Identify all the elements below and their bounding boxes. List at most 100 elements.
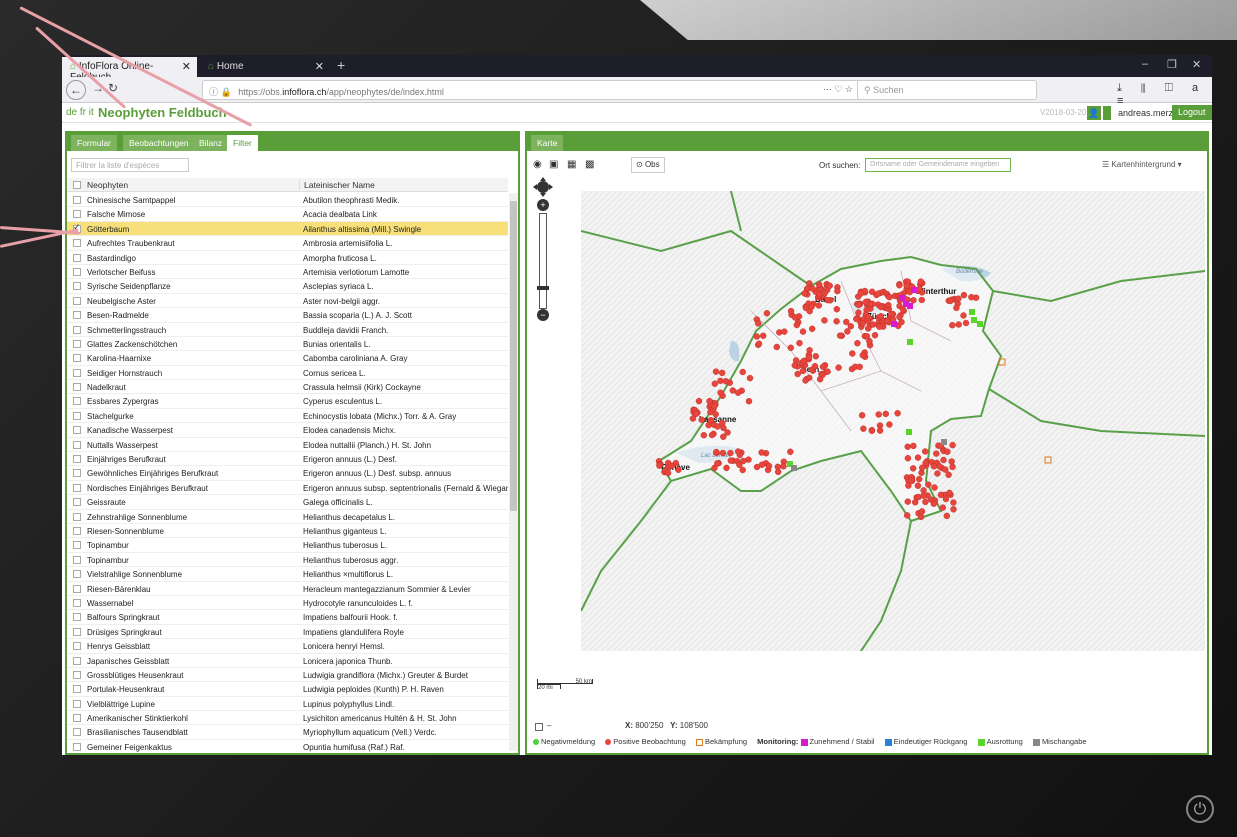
page-actions-icon[interactable]: ··· ♡ ☆ xyxy=(823,84,853,95)
species-checkbox[interactable] xyxy=(73,339,81,348)
species-row[interactable]: Japanisches Geissblatt Lonicera japonica … xyxy=(67,654,508,668)
species-filter-input[interactable]: Filtrer la liste d'espèces xyxy=(71,158,189,172)
species-checkbox[interactable] xyxy=(73,282,81,291)
map-checkbox[interactable] xyxy=(535,723,543,731)
tab-beobachtungen[interactable]: Beobachtungen xyxy=(123,135,195,151)
species-checkbox[interactable] xyxy=(73,714,81,723)
user-icon[interactable]: 👤 xyxy=(1087,106,1101,120)
species-row[interactable]: Karolina-Haarnixe Cabomba caroliniana A. … xyxy=(67,351,508,366)
scrollbar-thumb[interactable] xyxy=(510,201,517,511)
species-checkbox[interactable] xyxy=(73,526,81,535)
zoom-out-icon[interactable]: − xyxy=(537,309,549,321)
species-row[interactable]: Geissraute Galega officinalis L. xyxy=(67,495,508,510)
zoom-in-icon[interactable]: + xyxy=(537,199,549,211)
species-checkbox[interactable] xyxy=(73,311,81,320)
species-row[interactable]: Henrys Geissblatt Lonicera henryi Hemsl. xyxy=(67,639,508,654)
species-row[interactable]: Bastardindigo Amorpha fruticosa L. xyxy=(67,251,508,265)
species-row[interactable]: Vielstrahlige Sonnenblume Helianthus ×mul… xyxy=(67,567,508,582)
map-canvas[interactable]: Winterthur Basel Zürich Bern Lausanne Ge… xyxy=(581,191,1205,651)
browser-tab-home[interactable]: ⌂ Home ✕ xyxy=(200,57,330,77)
species-checkbox[interactable] xyxy=(73,210,81,219)
species-checkbox[interactable] xyxy=(73,498,81,507)
species-row[interactable]: Falsche Mimose Acacia dealbata Link xyxy=(67,207,508,222)
logout-button[interactable]: Logout xyxy=(1172,105,1212,120)
tab-karte[interactable]: Karte xyxy=(531,135,564,151)
species-row[interactable]: Balfours Springkraut Impatiens balfourii … xyxy=(67,610,508,625)
species-checkbox[interactable] xyxy=(73,253,81,262)
species-row[interactable]: Schmetterlingsstrauch Buddleja davidii Fr… xyxy=(67,323,508,337)
species-checkbox[interactable] xyxy=(73,354,81,363)
species-row[interactable]: Gemeiner Feigenkaktus Opuntia humifusa (R… xyxy=(67,740,508,753)
species-checkbox[interactable] xyxy=(73,512,81,521)
species-row[interactable]: Chinesische Samtpappel Abutilon theophras… xyxy=(67,193,508,208)
pan-icon[interactable] xyxy=(533,177,553,197)
browser-search-input[interactable]: ⚲ Suchen xyxy=(857,80,1037,100)
species-row[interactable]: Glattes Zackenschötchen Bunias orientalis… xyxy=(67,337,508,352)
species-checkbox[interactable] xyxy=(73,267,81,276)
species-row[interactable]: Aufrechtes Traubenkraut Ambrosia artemisi… xyxy=(67,236,508,251)
new-tab-icon[interactable]: + xyxy=(337,57,345,73)
close-tab-icon[interactable]: ✕ xyxy=(315,60,324,73)
species-row[interactable]: Brasilianisches Tausendblatt Myriophyllum… xyxy=(67,725,508,740)
species-row[interactable]: Besen-Radmelde Bassia scoparia (L.) A. J.… xyxy=(67,308,508,323)
species-row[interactable]: Drüsiges Springkraut Impatiens glandulife… xyxy=(67,625,508,640)
chevron-down-icon[interactable] xyxy=(1103,106,1111,120)
species-checkbox[interactable] xyxy=(73,483,81,492)
species-row[interactable]: Kanadische Wasserpest Elodea canadensis M… xyxy=(67,423,508,438)
language-switch[interactable]: de fr it xyxy=(66,107,94,118)
location-search-input[interactable]: Ortsname oder Gemeindename eingeben xyxy=(865,158,1011,172)
circle-icon[interactable]: ◉ xyxy=(533,159,542,170)
grid-small-icon[interactable]: ▩ xyxy=(585,159,594,170)
select-all-checkbox[interactable] xyxy=(73,181,81,189)
minimize-icon[interactable]: – xyxy=(1142,58,1148,70)
species-checkbox[interactable] xyxy=(73,742,81,751)
species-row[interactable]: Amerikanischer Stinktierkohl Lysichiton a… xyxy=(67,711,508,726)
species-checkbox[interactable] xyxy=(73,455,81,464)
species-row[interactable]: Riesen-Sonnenblume Helianthus giganteus L… xyxy=(67,524,508,539)
species-checkbox[interactable] xyxy=(73,584,81,593)
species-checkbox[interactable] xyxy=(73,570,81,579)
species-row[interactable]: Seidiger Hornstrauch Cornus sericea L. xyxy=(67,366,508,381)
species-row[interactable]: Portulak-Heusenkraut Ludwigia peploides (… xyxy=(67,682,508,697)
species-row[interactable]: Riesen-Bärenklau Heracleum mantegazzianum… xyxy=(67,582,508,596)
species-row[interactable]: Einjähriges Berufkraut Erigeron annuus (L… xyxy=(67,452,508,467)
tab-formular[interactable]: Formular xyxy=(71,135,118,151)
species-checkbox[interactable] xyxy=(73,196,81,204)
obs-button[interactable]: ⊙ Obs xyxy=(631,157,665,173)
species-checkbox[interactable] xyxy=(73,699,81,708)
species-checkbox[interactable] xyxy=(73,627,81,636)
species-checkbox[interactable] xyxy=(73,613,81,622)
close-tab-icon[interactable]: ✕ xyxy=(182,60,191,73)
species-checkbox[interactable] xyxy=(73,411,81,420)
species-checkbox[interactable] xyxy=(73,440,81,449)
species-checkbox[interactable] xyxy=(73,541,81,550)
species-checkbox[interactable] xyxy=(73,685,81,694)
species-row[interactable]: Vielblättrige Lupine Lupinus polyphyllus … xyxy=(67,697,508,712)
species-row[interactable]: ✓ Götterbaum Ailanthus altissima (Mill.) S… xyxy=(67,221,508,237)
species-row[interactable]: Verlotscher Beifuss Artemisia verlotiorum… xyxy=(67,265,508,280)
tab-filter[interactable]: Filter xyxy=(227,135,258,151)
species-row[interactable]: Topinambur Helianthus tuberosus aggr. xyxy=(67,553,508,568)
species-checkbox[interactable] xyxy=(73,239,81,248)
species-row[interactable]: Topinambur Helianthus tuberosus L. xyxy=(67,538,508,553)
species-row[interactable]: Wassernabel Hydrocotyle ranunculoides L. … xyxy=(67,596,508,611)
map-background-select[interactable]: ☰ Kartenhintergrund ▾ xyxy=(1102,160,1182,169)
grid-icon[interactable]: ▦ xyxy=(567,159,576,170)
zoom-slider[interactable] xyxy=(537,213,549,309)
species-checkbox[interactable] xyxy=(73,383,81,392)
zoom-handle[interactable] xyxy=(537,286,549,290)
species-checkbox[interactable] xyxy=(73,555,81,564)
species-checkbox[interactable] xyxy=(73,598,81,607)
species-row[interactable]: Neubelgische Aster Aster novi-belgii aggr… xyxy=(67,294,508,309)
species-checkbox[interactable] xyxy=(73,469,81,478)
species-row[interactable]: Grossblütiges Heusenkraut Ludwigia grandi… xyxy=(67,668,508,683)
species-row[interactable]: Nuttalls Wasserpest Elodea nuttallii (Pla… xyxy=(67,438,508,453)
column-header-name[interactable]: Neophyten xyxy=(87,180,128,190)
species-row[interactable]: Gewöhnliches Einjähriges Berufkraut Erige… xyxy=(67,466,508,481)
tab-bilanz[interactable]: Bilanz xyxy=(193,135,229,151)
back-icon[interactable]: ← xyxy=(66,80,86,100)
species-checkbox[interactable] xyxy=(73,426,81,435)
species-checkbox[interactable] xyxy=(73,325,81,334)
species-row[interactable]: Essbares Zypergras Cyperus esculentus L. xyxy=(67,394,508,409)
species-row[interactable]: Stachelgurke Echinocystis lobata (Michx.)… xyxy=(67,409,508,424)
